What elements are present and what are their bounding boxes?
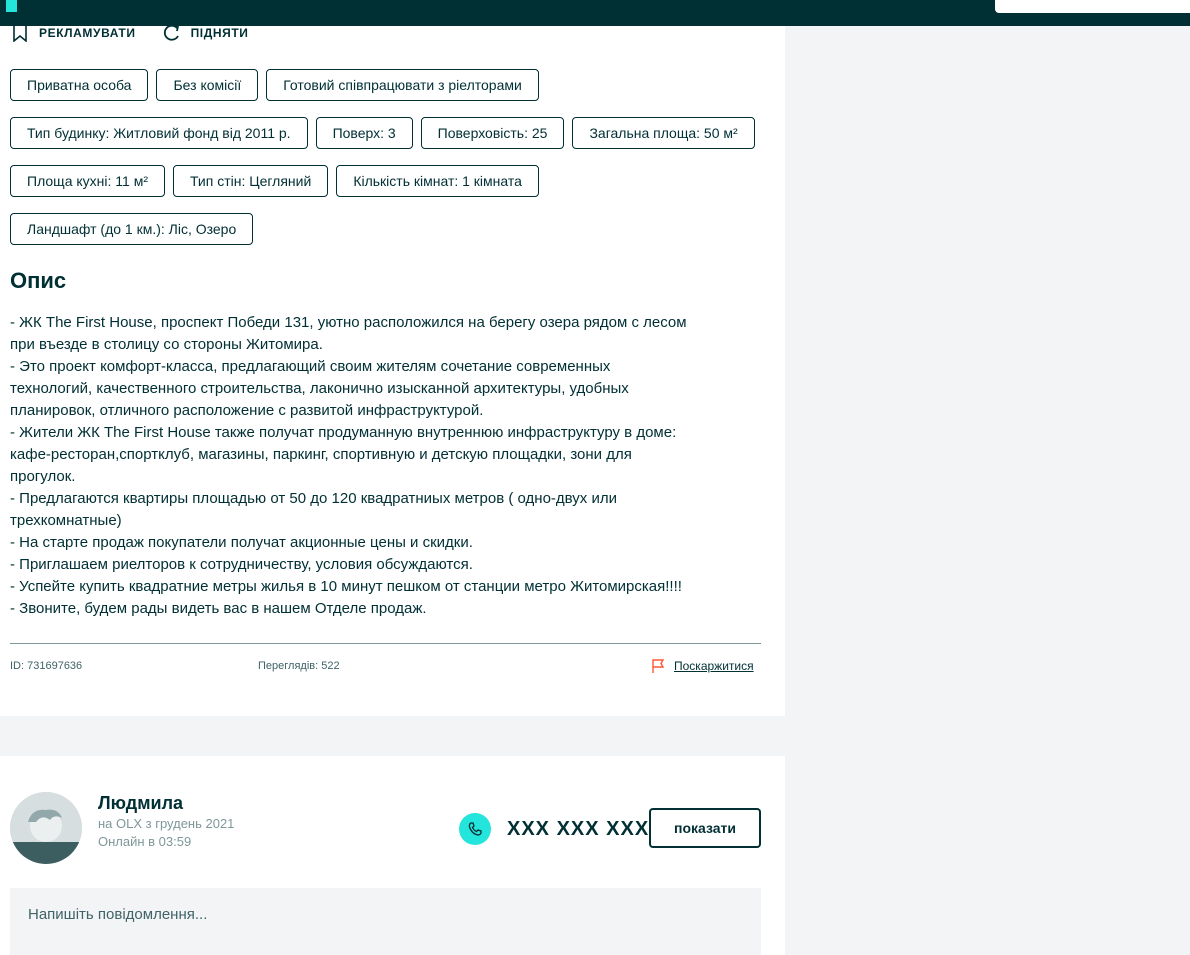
description-line: - Успейте купить квадратние метры жилья … — [10, 578, 682, 595]
promote-button[interactable]: РЕКЛАМУВАТИ — [10, 24, 136, 42]
ad-details-card: РЕКЛАМУВАТИ ПІДНЯТИ Приватна особа Без к… — [0, 24, 785, 716]
views-count: Переглядів: 522 — [258, 660, 340, 672]
flag-icon — [652, 659, 665, 673]
phone-number: XXX XXX XXX — [507, 818, 650, 840]
raise-button[interactable]: ПІДНЯТИ — [162, 24, 249, 42]
description-line: - Приглашаем риелторов к сотрудничеству,… — [10, 556, 473, 573]
description-line: трехкомнатные) — [10, 512, 122, 529]
description-line: планировок, отличного расположение с раз… — [10, 402, 484, 419]
description-line: технологий, качественного строительства,… — [10, 380, 629, 397]
tag-floors-total: Поверховість: 25 — [420, 117, 565, 149]
tag-building-type: Тип будинку: Житловий фонд від 2011 р. — [10, 117, 308, 149]
tag-wall-type: Тип стін: Цегляний — [172, 165, 329, 197]
seller-since: на OLX з грудень 2021 — [98, 816, 235, 831]
description-line: прогулок. — [10, 468, 76, 485]
raise-label: ПІДНЯТИ — [190, 26, 249, 40]
description-line: - Звоните, будем рады видеть вас в нашем… — [10, 600, 427, 617]
description-line: - Это проект комфорт-класса, предлагающи… — [10, 358, 611, 375]
seller-name[interactable]: Людмила — [98, 793, 183, 814]
tag-row: Приватна особа Без комісії Готовий співп… — [10, 69, 770, 101]
promote-label: РЕКЛАМУВАТИ — [39, 26, 136, 40]
tag-landscape: Ландшафт (до 1 км.): Ліс, Озеро — [10, 213, 254, 245]
tag-private-person: Приватна особа — [10, 69, 149, 101]
tag-row: Тип будинку: Житловий фонд від 2011 р. П… — [10, 117, 770, 149]
seller-online-status: Онлайн в 03:59 — [98, 834, 192, 849]
description-line: - Жители ЖК The First House также получа… — [10, 424, 677, 441]
tag-row: Ландшафт (до 1 км.): Ліс, Озеро — [10, 213, 770, 245]
header-search-fragment[interactable] — [995, 0, 1190, 13]
bookmark-icon — [13, 24, 27, 42]
description-text: - ЖК The First House, проспект Победи 13… — [10, 312, 770, 620]
tag-floor: Поверх: 3 — [315, 117, 413, 149]
description-title: Опис — [10, 268, 67, 293]
tag-rooms: Кількість кімнат: 1 кімната — [336, 165, 539, 197]
avatar-placeholder — [10, 792, 82, 864]
tag-realtors: Готовий співпрацювати з ріелторами — [266, 69, 539, 101]
phone-icon — [459, 813, 491, 845]
top-navigation-bar — [0, 0, 1190, 26]
report-label: Поскаржитися — [674, 659, 754, 673]
logo-fragment[interactable] — [6, 0, 17, 12]
description-line: при въезде в столицу со стороны Житомира… — [10, 336, 323, 353]
tag-kitchen-area: Площа кухні: 11 м² — [10, 165, 165, 197]
ad-parameters: Приватна особа Без комісії Готовий співп… — [10, 69, 770, 261]
divider — [10, 643, 761, 644]
tag-row: Площа кухні: 11 м² Тип стін: Цегляний Кі… — [10, 165, 770, 197]
refresh-icon — [163, 24, 179, 41]
show-phone-button[interactable]: показати — [649, 808, 761, 848]
tag-no-commission: Без комісії — [156, 69, 259, 101]
seller-card: Людмила на OLX з грудень 2021 Онлайн в 0… — [0, 756, 785, 955]
description-line: - Предлагаются квартиры площадью от 50 д… — [10, 490, 617, 507]
message-input[interactable] — [10, 888, 761, 955]
avatar[interactable] — [10, 792, 82, 864]
ad-actions: РЕКЛАМУВАТИ ПІДНЯТИ — [10, 24, 249, 42]
ad-id: ID: 731697636 — [10, 660, 83, 672]
description-line: - На старте продаж покупатели получат ак… — [10, 534, 473, 551]
description-line: кафе-ресторан,спортклуб, магазины, парки… — [10, 446, 632, 463]
tag-total-area: Загальна площа: 50 м² — [572, 117, 755, 149]
description-line: - ЖК The First House, проспект Победи 13… — [10, 314, 687, 331]
report-link[interactable]: Поскаржитися — [651, 659, 754, 673]
